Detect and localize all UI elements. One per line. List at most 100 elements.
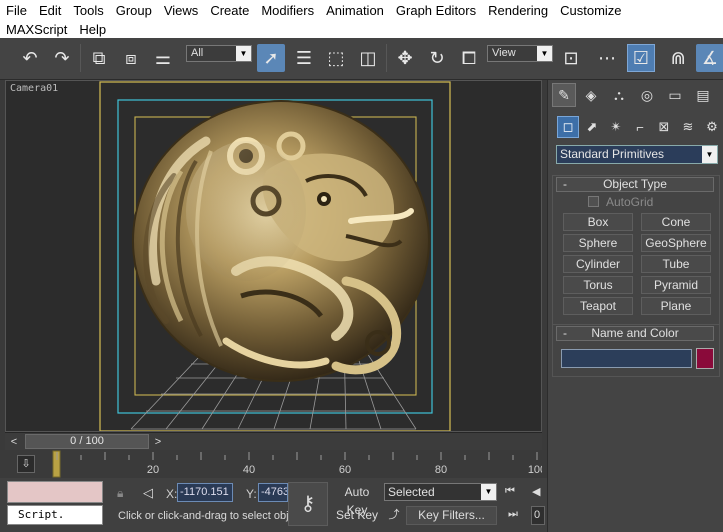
tube-button[interactable]: Tube (641, 255, 711, 273)
menu-customize[interactable]: Customize (554, 2, 627, 19)
set-key-button[interactable]: Set Key (333, 506, 381, 524)
open-mini-curve-editor-icon[interactable]: ⇩ (17, 455, 35, 473)
selection-lock-icon[interactable]: 🔒︎ (117, 486, 123, 501)
track-bar-ruler[interactable]: 20 40 60 80 100 (45, 450, 542, 478)
select-object-icon[interactable]: ➚ (257, 44, 285, 72)
object-category-dropdown[interactable]: Standard Primitives ▼ (556, 145, 718, 164)
go-to-start-icon[interactable]: ⏮ (505, 485, 515, 498)
menu-edit[interactable]: Edit (33, 2, 67, 19)
teapot-button[interactable]: Teapot (563, 297, 633, 315)
maxscript-mini-listener-input[interactable]: Script. (7, 505, 103, 525)
keyboard-shortcut-override-icon[interactable]: ☑ (627, 44, 655, 72)
manipulate-icon[interactable]: ⋯ (593, 44, 621, 72)
menu-row-2: MAXScript Help (0, 20, 112, 39)
camera-viewport[interactable]: Camera01 (5, 80, 542, 432)
key-mode-toggle-icon[interactable]: ⏭ (508, 508, 518, 521)
key-selection-dropdown[interactable]: Selected ▼ (384, 483, 497, 501)
geosphere-button[interactable]: GeoSphere (641, 234, 711, 252)
link-icon[interactable]: ⧉ (85, 44, 113, 72)
key-filters-button[interactable]: Key Filters... (406, 506, 497, 525)
cameras-category-icon[interactable]: ⌐ (629, 116, 651, 138)
previous-frame-icon[interactable]: ◀ (532, 485, 540, 498)
name-and-color-rollout-header[interactable]: - Name and Color (556, 326, 714, 341)
object-name-field[interactable] (561, 349, 692, 368)
helpers-category-icon[interactable]: ⊠ (653, 116, 675, 138)
main-toolbar: ↶ ↷ ⧉ ⧈ ⚌ All ▼ ➚ ☰ ⬚ ◫ ✥ ↻ ⧠ View ▼ ⊡ ⋯… (0, 38, 723, 80)
hierarchy-tab-icon[interactable]: ⛬ (607, 83, 631, 107)
collapse-icon: - (563, 177, 567, 191)
track-bar-tick-label: 100 (528, 464, 542, 476)
geometry-category-icon[interactable]: ◻ (557, 116, 579, 138)
redo-icon[interactable]: ↷ (48, 44, 76, 72)
unlink-icon[interactable]: ⧈ (117, 44, 145, 72)
plane-button[interactable]: Plane (641, 297, 711, 315)
y-coordinate-field[interactable]: -4763 (258, 483, 288, 502)
menu-file[interactable]: File (0, 2, 33, 19)
sphere-button[interactable]: Sphere (563, 234, 633, 252)
track-bar-tick-label: 60 (339, 464, 351, 476)
command-panel: ✎ ◈ ⛬ ◎ ▭ ▤ ◻ ⬈ ✴ ⌐ ⊠ ≋ ⚙ Standard Primi… (547, 80, 723, 532)
current-frame-field[interactable]: 0 (531, 506, 545, 525)
track-bar-tick-label: 40 (243, 464, 255, 476)
object-color-swatch[interactable] (696, 348, 714, 369)
select-move-icon[interactable]: ✥ (391, 44, 419, 72)
create-tab-icon[interactable]: ✎ (552, 83, 576, 107)
snaps-toggle-icon[interactable]: ⋒ (664, 44, 692, 72)
y-coordinate-label: Y: (246, 487, 257, 501)
time-slider-thumb[interactable]: 0 / 100 (25, 434, 149, 449)
set-key-icon[interactable]: ⚷ (288, 482, 328, 526)
menu-views[interactable]: Views (158, 2, 204, 19)
menu-animation[interactable]: Animation (320, 2, 390, 19)
torus-button[interactable]: Torus (563, 276, 633, 294)
motion-tab-icon[interactable]: ◎ (635, 83, 659, 107)
viewport-label[interactable]: Camera01 (10, 83, 58, 94)
utilities-tab-icon[interactable]: ▤ (691, 83, 715, 107)
lights-category-icon[interactable]: ✴ (605, 116, 627, 138)
modify-tab-icon[interactable]: ◈ (579, 83, 603, 107)
toolbar-divider (386, 44, 387, 72)
pivot-center-icon[interactable]: ⊡ (557, 44, 585, 72)
angle-snap-icon[interactable]: ∡ (696, 44, 723, 72)
prompt-line: Click or click-and-drag to select obje (118, 510, 288, 522)
menu-help[interactable]: Help (73, 21, 112, 38)
checkbox-icon (588, 196, 599, 207)
undo-icon[interactable]: ↶ (16, 44, 44, 72)
absolute-mode-transform-icon[interactable]: ◁ (143, 485, 153, 501)
x-coordinate-field[interactable]: -1170.151 (177, 483, 233, 502)
space-warps-category-icon[interactable]: ≋ (677, 116, 699, 138)
box-button[interactable]: Box (563, 213, 633, 231)
menu-create[interactable]: Create (204, 2, 255, 19)
systems-category-icon[interactable]: ⚙ (701, 116, 723, 138)
menu-group[interactable]: Group (110, 2, 158, 19)
menu-maxscript[interactable]: MAXScript (0, 21, 73, 38)
menu-rendering[interactable]: Rendering (482, 2, 554, 19)
pyramid-button[interactable]: Pyramid (641, 276, 711, 294)
display-tab-icon[interactable]: ▭ (663, 83, 687, 107)
status-bar: Script. 🔒︎ ◁ X: -1170.151 Y: -4763 Click… (0, 478, 547, 532)
bind-space-warp-icon[interactable]: ⚌ (149, 44, 177, 72)
autogrid-checkbox[interactable]: AutoGrid (588, 195, 653, 209)
time-slider-prev-button[interactable]: < (7, 435, 21, 449)
maxscript-mini-listener-output[interactable] (7, 481, 103, 503)
menu-graph-editors[interactable]: Graph Editors (390, 2, 482, 19)
toolbar-divider (80, 44, 81, 72)
cone-button[interactable]: Cone (641, 213, 711, 231)
select-by-name-icon[interactable]: ☰ (290, 44, 318, 72)
shapes-category-icon[interactable]: ⬈ (581, 116, 603, 138)
window-crossing-icon[interactable]: ◫ (354, 44, 382, 72)
menu-modifiers[interactable]: Modifiers (255, 2, 320, 19)
time-slider-next-button[interactable]: > (151, 435, 165, 449)
auto-key-button[interactable]: Auto Key (333, 483, 381, 517)
reference-coordinate-dropdown[interactable]: View ▼ (487, 45, 553, 62)
cylinder-button[interactable]: Cylinder (563, 255, 633, 273)
menu-tools[interactable]: Tools (67, 2, 109, 19)
object-type-rollout-header[interactable]: - Object Type (556, 177, 714, 192)
rectangular-selection-icon[interactable]: ⬚ (322, 44, 350, 72)
default-tangent-icon[interactable]: ⤴ (384, 506, 404, 525)
time-slider[interactable]: < 0 / 100 > (5, 432, 542, 450)
selection-filter-dropdown[interactable]: All ▼ (186, 45, 252, 62)
track-bar[interactable]: ⇩ 20 40 60 80 100 (5, 450, 542, 478)
collapse-icon: - (563, 326, 567, 340)
select-scale-icon[interactable]: ⧠ (455, 44, 483, 72)
select-rotate-icon[interactable]: ↻ (423, 44, 451, 72)
